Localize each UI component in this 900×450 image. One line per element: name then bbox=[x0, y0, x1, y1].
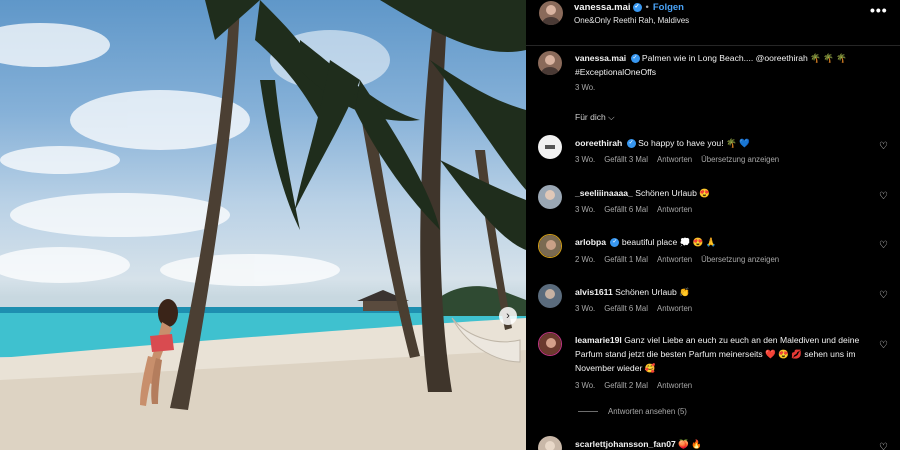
comment-username[interactable]: scarlettjohansson_fan07 bbox=[575, 439, 676, 449]
verified-badge-icon: ✓ bbox=[610, 238, 620, 248]
beach-scene bbox=[0, 0, 526, 450]
replies-line bbox=[578, 411, 598, 413]
view-replies-label[interactable]: Antworten ansehen (5) bbox=[608, 407, 687, 416]
comment-time: 3 Wo. bbox=[575, 381, 596, 390]
comment-likes[interactable]: Gefällt 2 Mal bbox=[604, 381, 648, 390]
profile-picture-icon bbox=[538, 185, 562, 209]
comment-body: 🍑 🔥 bbox=[678, 439, 702, 449]
comment-username[interactable]: leamarie19l bbox=[575, 335, 622, 345]
reply-button[interactable]: Antworten bbox=[657, 381, 692, 390]
profile-picture-icon bbox=[539, 1, 563, 25]
comment-likes[interactable]: Gefällt 1 Mal bbox=[604, 255, 648, 264]
reply-button[interactable]: Antworten bbox=[657, 205, 692, 214]
caption-username[interactable]: vanessa.mai bbox=[575, 53, 626, 63]
comment-username[interactable]: alvis1611 bbox=[575, 287, 613, 297]
avatar[interactable] bbox=[539, 1, 563, 25]
verified-badge-icon: ✓ bbox=[632, 2, 642, 12]
profile-picture-icon bbox=[538, 51, 562, 75]
post-author: vanessa.mai ✓ • Folgen bbox=[574, 2, 684, 13]
heart-icon[interactable]: ♡ bbox=[879, 340, 888, 351]
translate-link[interactable]: Übersetzung anzeigen bbox=[701, 155, 779, 164]
comment-time: 2 Wo. bbox=[575, 255, 596, 264]
comment-text: _seeliiinaaaa_ Schönen Urlaub 😍 bbox=[575, 186, 877, 200]
verified-badge-icon: ✓ bbox=[630, 54, 640, 64]
comment-body: beautiful place 💭 😍 🙏 bbox=[621, 237, 717, 247]
caption-time: 3 Wo. bbox=[575, 83, 596, 92]
verified-badge-icon: ✓ bbox=[626, 139, 636, 149]
reply-button[interactable]: Antworten bbox=[657, 255, 692, 264]
comment-text: alvis1611 Schönen Urlaub 👏 bbox=[575, 285, 877, 299]
comment-meta: 3 Wo. Gefällt 3 Mal Antworten Übersetzung a… bbox=[575, 155, 788, 164]
comment-likes[interactable]: Gefällt 3 Mal bbox=[604, 155, 648, 164]
comment-text: scarlettjohansson_fan07 🍑 🔥 bbox=[575, 437, 877, 450]
reply-button[interactable]: Antworten bbox=[657, 155, 692, 164]
author-username[interactable]: vanessa.mai bbox=[574, 2, 631, 13]
comment-username[interactable]: arlobpa bbox=[575, 237, 606, 247]
post-header: vanessa.mai ✓ • Folgen One&Only Reethi Rah,… bbox=[526, 0, 900, 45]
header-divider bbox=[526, 45, 900, 46]
reply-button[interactable]: Antworten bbox=[657, 304, 692, 313]
profile-picture-icon bbox=[538, 284, 562, 308]
comment-text: arlobpa ✓ beautiful place 💭 😍 🙏 bbox=[575, 235, 877, 249]
avatar[interactable] bbox=[538, 284, 562, 308]
view-replies-button[interactable]: Antworten ansehen (5) bbox=[578, 407, 687, 416]
comment-likes[interactable]: Gefällt 6 Mal bbox=[604, 205, 648, 214]
heart-icon[interactable]: ♡ bbox=[879, 290, 888, 301]
comment-time: 3 Wo. bbox=[575, 205, 596, 214]
sort-dropdown[interactable]: Für dich ⌵ bbox=[575, 112, 615, 123]
comment-time: 3 Wo. bbox=[575, 304, 596, 313]
comment-body: Schönen Urlaub 😍 bbox=[635, 188, 710, 198]
post-photo[interactable]: › bbox=[0, 0, 526, 450]
post-location[interactable]: One&Only Reethi Rah, Maldives bbox=[574, 16, 689, 25]
avatar[interactable] bbox=[538, 135, 562, 159]
avatar[interactable] bbox=[538, 436, 562, 450]
follow-button[interactable]: Folgen bbox=[653, 2, 684, 13]
comment-meta: 3 Wo. Gefällt 2 Mal Antworten bbox=[575, 381, 701, 390]
comment-text: leamarie19l Ganz viel Liebe an euch zu e… bbox=[575, 333, 877, 375]
comment-meta: 3 Wo. Gefällt 6 Mal Antworten bbox=[575, 304, 701, 313]
heart-icon[interactable]: ♡ bbox=[879, 240, 888, 251]
separator-dot: • bbox=[645, 2, 649, 13]
comment-body: So happy to have you! 🌴 💙 bbox=[638, 138, 750, 148]
avatar[interactable] bbox=[538, 332, 562, 356]
avatar[interactable] bbox=[538, 234, 562, 258]
comment-meta: 2 Wo. Gefällt 1 Mal Antworten Übersetzung a… bbox=[575, 255, 788, 264]
profile-picture-icon bbox=[539, 333, 561, 355]
heart-icon[interactable]: ♡ bbox=[879, 141, 888, 152]
heart-icon[interactable]: ♡ bbox=[879, 191, 888, 202]
profile-picture-icon bbox=[538, 135, 562, 159]
caption-text: vanessa.mai ✓ Palmen wie in Long Beach..… bbox=[575, 51, 877, 79]
comment-time: 3 Wo. bbox=[575, 155, 596, 164]
comment-username[interactable]: _seeliiinaaaa_ bbox=[575, 188, 633, 198]
more-options-icon[interactable]: ••• bbox=[870, 2, 888, 18]
comment-meta: 3 Wo. Gefällt 6 Mal Antworten bbox=[575, 205, 701, 214]
comment-body: Schönen Urlaub 👏 bbox=[615, 287, 690, 297]
profile-picture-icon bbox=[539, 235, 561, 257]
comment-likes[interactable]: Gefällt 6 Mal bbox=[604, 304, 648, 313]
heart-icon[interactable]: ♡ bbox=[879, 442, 888, 450]
avatar[interactable] bbox=[538, 185, 562, 209]
profile-picture-icon bbox=[538, 436, 562, 450]
comment-username[interactable]: ooreethirah bbox=[575, 138, 622, 148]
comment-text: ooreethirah ✓ So happy to have you! 🌴 💙 bbox=[575, 136, 877, 150]
translate-link[interactable]: Übersetzung anzeigen bbox=[701, 255, 779, 264]
comments-panel: vanessa.mai ✓ • Folgen One&Only Reethi Rah,… bbox=[526, 0, 900, 450]
avatar[interactable] bbox=[538, 51, 562, 75]
carousel-next-button[interactable]: › bbox=[499, 307, 517, 325]
